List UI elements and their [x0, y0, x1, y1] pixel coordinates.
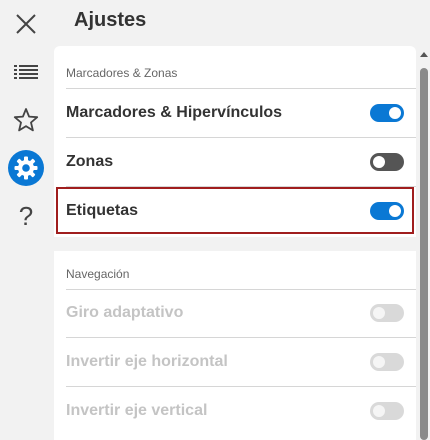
- setting-label: Etiquetas: [66, 202, 139, 219]
- section-label-navigation: Navegación: [66, 267, 130, 281]
- zones-toggle[interactable]: [370, 153, 404, 171]
- favorites-button[interactable]: [8, 102, 44, 138]
- bookmarks-links-toggle[interactable]: [370, 104, 404, 122]
- contents-button[interactable]: [8, 54, 44, 90]
- star-icon: [13, 108, 39, 132]
- scroll-up-arrow-icon[interactable]: [420, 52, 428, 57]
- close-icon: [16, 14, 36, 34]
- scroll-thumb[interactable]: [420, 68, 428, 440]
- help-icon: ?: [18, 200, 34, 231]
- labels-toggle[interactable]: [370, 202, 404, 220]
- section-gap: [54, 237, 416, 251]
- setting-row-bookmarks-links[interactable]: Marcadores & Hipervínculos: [54, 89, 416, 137]
- side-rail: ?: [0, 0, 52, 440]
- setting-label: Marcadores & Hipervínculos: [66, 104, 283, 121]
- setting-row-adaptive-rotation: Giro adaptativo: [54, 289, 416, 337]
- settings-panel: Marcadores & Zonas Marcadores & Hipervín…: [54, 46, 416, 440]
- setting-label: Zonas: [66, 153, 114, 170]
- settings-button[interactable]: [8, 150, 44, 186]
- setting-label: Invertir eje horizontal: [66, 353, 228, 370]
- setting-label: Invertir eje vertical: [66, 402, 208, 419]
- gear-icon: [14, 156, 38, 180]
- invert-vertical-toggle: [370, 402, 404, 420]
- adaptive-rotation-toggle: [370, 304, 404, 322]
- section-label-bookmarks: Marcadores & Zonas: [66, 66, 178, 80]
- page-title: Ajustes: [74, 9, 147, 31]
- invert-horizontal-toggle: [370, 353, 404, 371]
- help-button[interactable]: ?: [8, 198, 44, 234]
- setting-label: Giro adaptativo: [66, 304, 184, 321]
- setting-row-labels[interactable]: Etiquetas: [54, 187, 416, 235]
- setting-row-invert-horizontal: Invertir eje horizontal: [54, 338, 416, 386]
- list-icon: [14, 65, 38, 79]
- setting-row-invert-vertical: Invertir eje vertical: [54, 387, 416, 435]
- close-button[interactable]: [8, 6, 44, 42]
- setting-row-zones[interactable]: Zonas: [54, 138, 416, 186]
- scrollbar[interactable]: [418, 52, 430, 440]
